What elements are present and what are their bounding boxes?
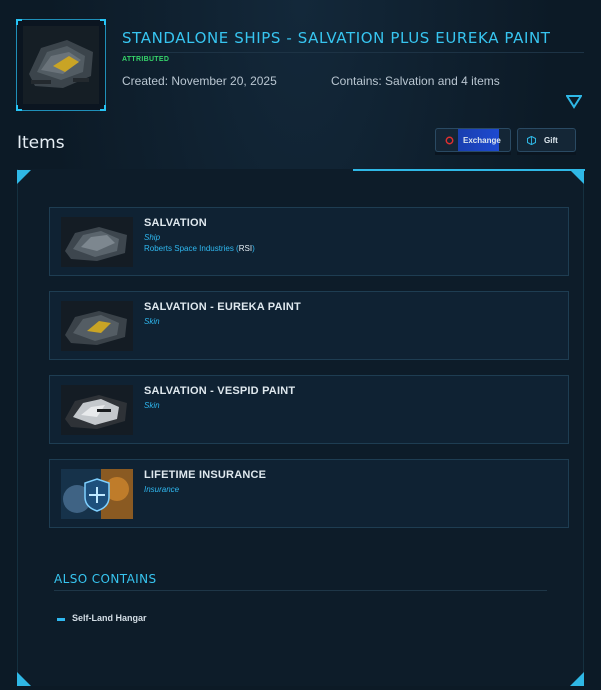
insurance-shield-icon xyxy=(61,469,133,519)
item-type: Skin xyxy=(144,317,160,326)
panel-corner-top-left xyxy=(17,170,31,184)
item-type: Ship xyxy=(144,233,161,242)
status-badge: ATTRIBUTED xyxy=(122,56,170,63)
bullet-icon xyxy=(57,618,65,621)
item-type: Insurance xyxy=(144,485,180,494)
created-date: Created: November 20, 2025 xyxy=(122,74,277,88)
items-heading: Items xyxy=(17,133,65,153)
panel-corner-bottom-right xyxy=(570,672,584,686)
item-thumbnail xyxy=(61,301,133,351)
item-card-salvation[interactable]: SALVATION Ship Roberts Space Industries … xyxy=(49,207,569,276)
also-contains-entry: Self-Land Hangar xyxy=(72,613,147,623)
exchange-icon xyxy=(445,136,454,144)
gift-button[interactable]: Gift xyxy=(517,128,576,152)
title-divider xyxy=(122,52,584,53)
gift-icon xyxy=(527,135,536,145)
item-thumbnail xyxy=(61,217,133,267)
exchange-button[interactable]: Exchange xyxy=(435,128,511,152)
item-manufacturer: Roberts Space Industries (RSI) xyxy=(144,244,255,253)
item-card-eureka-paint[interactable]: SALVATION - EUREKA PAINT Skin xyxy=(49,291,569,360)
item-thumbnail xyxy=(61,385,133,435)
panel-corner-bottom-left xyxy=(17,672,31,686)
gift-button-shadow xyxy=(517,152,576,155)
pledge-title: STANDALONE SHIPS - SALVATION PLUS EUREKA… xyxy=(122,29,551,47)
pledge-thumbnail xyxy=(16,19,106,111)
item-card-lifetime-insurance[interactable]: LIFETIME INSURANCE Insurance xyxy=(49,459,569,528)
item-name: SALVATION - VESPID PAINT xyxy=(144,385,296,397)
chevron-down-icon[interactable] xyxy=(566,95,582,109)
item-type: Skin xyxy=(144,401,160,410)
item-card-vespid-paint[interactable]: SALVATION - VESPID PAINT Skin xyxy=(49,375,569,444)
ship-image xyxy=(23,26,99,104)
item-name: SALVATION - EUREKA PAINT xyxy=(144,301,301,313)
exchange-label: Exchange xyxy=(463,135,501,145)
also-contains-divider xyxy=(54,590,547,591)
panel-accent-line xyxy=(353,169,585,171)
also-contains-heading: ALSO CONTAINS xyxy=(54,572,157,586)
contains-summary: Contains: Salvation and 4 items xyxy=(331,74,500,88)
panel-corner-top-right xyxy=(570,170,584,184)
exchange-button-shadow xyxy=(435,152,511,155)
item-name: SALVATION xyxy=(144,217,207,229)
gift-label: Gift xyxy=(544,135,558,145)
item-name: LIFETIME INSURANCE xyxy=(144,469,267,481)
